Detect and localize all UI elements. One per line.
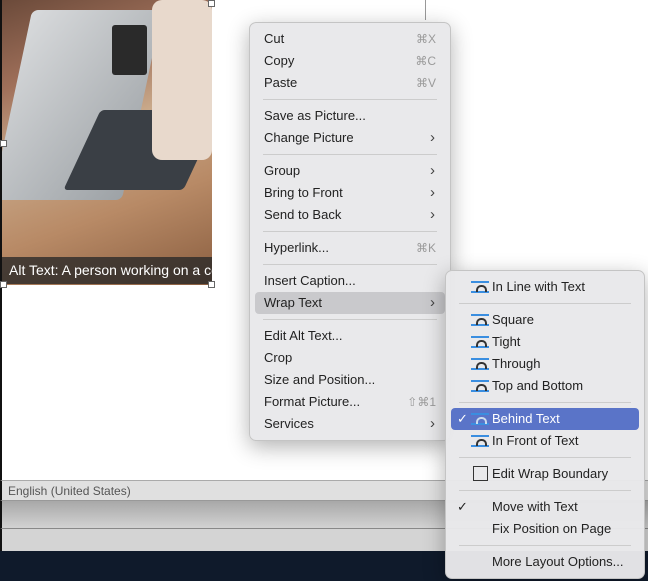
alt-text-caption: Alt Text: A person working on a computer (2, 257, 212, 284)
menu-item-change-picture[interactable]: Change Picture › (255, 127, 445, 149)
wrap-square-icon (471, 314, 489, 326)
wrap-square[interactable]: Square (451, 309, 639, 331)
wrap-behind-text[interactable]: ✓ Behind Text (451, 408, 639, 430)
edit-boundary-icon (473, 466, 488, 481)
wrap-top-and-bottom[interactable]: Top and Bottom (451, 375, 639, 397)
context-menu: Cut ⌘X Copy ⌘C Paste ⌘V Save as Picture... … (249, 22, 451, 441)
menu-item-size-and-position[interactable]: Size and Position... (255, 369, 445, 391)
checkmark-icon: ✓ (457, 499, 468, 514)
wrap-in-front-icon (471, 435, 489, 447)
wrap-behind-icon (471, 413, 489, 425)
menu-item-cut[interactable]: Cut ⌘X (255, 28, 445, 50)
page-border (425, 0, 426, 20)
menu-item-hyperlink[interactable]: Hyperlink... ⌘K (255, 237, 445, 259)
wrap-text-submenu: In Line with Text Square Tight Through T… (445, 270, 645, 579)
edit-wrap-boundary[interactable]: Edit Wrap Boundary (451, 463, 639, 485)
menu-separator (263, 319, 437, 320)
wrap-in-line[interactable]: In Line with Text (451, 276, 639, 298)
menu-separator (263, 264, 437, 265)
menu-item-copy[interactable]: Copy ⌘C (255, 50, 445, 72)
menu-item-save-as-picture[interactable]: Save as Picture... (255, 105, 445, 127)
mug-image (112, 25, 147, 75)
chevron-right-icon: › (430, 184, 435, 201)
more-layout-options[interactable]: More Layout Options... (451, 551, 639, 573)
arm-image (152, 0, 212, 160)
menu-item-send-to-back[interactable]: Send to Back › (255, 204, 445, 226)
menu-item-format-picture[interactable]: Format Picture... ⇧⌘1 (255, 391, 445, 413)
menu-separator (459, 490, 631, 491)
menu-separator (459, 545, 631, 546)
selected-picture[interactable] (2, 0, 212, 285)
fix-position-on-page[interactable]: Fix Position on Page (451, 518, 639, 540)
menu-separator (459, 457, 631, 458)
menu-separator (263, 231, 437, 232)
resize-handle[interactable] (208, 281, 215, 288)
language-status[interactable]: English (United States) (8, 484, 131, 498)
checkmark-icon: ✓ (457, 411, 468, 426)
resize-handle[interactable] (0, 281, 7, 288)
wrap-tight-icon (471, 336, 489, 348)
menu-separator (263, 99, 437, 100)
menu-separator (263, 154, 437, 155)
wrap-in-front-of-text[interactable]: In Front of Text (451, 430, 639, 452)
chevron-right-icon: › (430, 294, 435, 311)
menu-item-services[interactable]: Services › (255, 413, 445, 435)
resize-handle[interactable] (208, 0, 215, 7)
chevron-right-icon: › (430, 129, 435, 146)
menu-item-wrap-text[interactable]: Wrap Text › (255, 292, 445, 314)
menu-item-edit-alt-text[interactable]: Edit Alt Text... (255, 325, 445, 347)
menu-separator (459, 303, 631, 304)
wrap-top-bottom-icon (471, 380, 489, 392)
menu-separator (459, 402, 631, 403)
menu-item-group[interactable]: Group › (255, 160, 445, 182)
resize-handle[interactable] (0, 140, 7, 147)
menu-item-paste[interactable]: Paste ⌘V (255, 72, 445, 94)
wrap-inline-icon (471, 281, 489, 293)
chevron-right-icon: › (430, 415, 435, 432)
menu-item-bring-to-front[interactable]: Bring to Front › (255, 182, 445, 204)
chevron-right-icon: › (430, 162, 435, 179)
menu-item-crop[interactable]: Crop (255, 347, 445, 369)
move-with-text[interactable]: ✓ Move with Text (451, 496, 639, 518)
wrap-through-icon (471, 358, 489, 370)
menu-item-insert-caption[interactable]: Insert Caption... (255, 270, 445, 292)
chevron-right-icon: › (430, 206, 435, 223)
wrap-tight[interactable]: Tight (451, 331, 639, 353)
wrap-through[interactable]: Through (451, 353, 639, 375)
